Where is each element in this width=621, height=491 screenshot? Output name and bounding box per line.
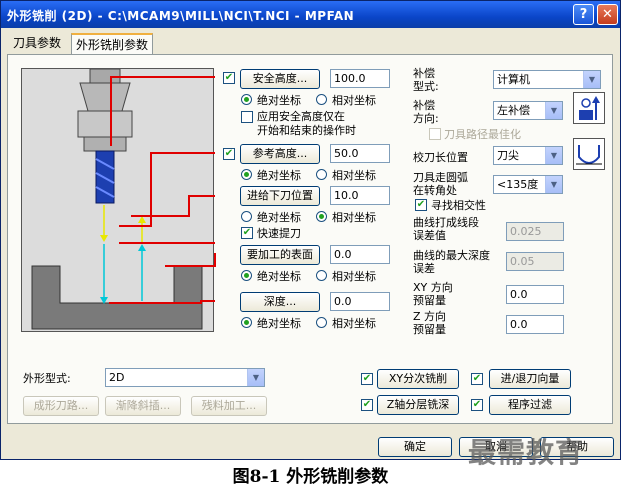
fast-retract-label: 快速提刀 <box>257 227 301 240</box>
ok-button[interactable]: 确定 <box>378 437 452 457</box>
z-stock-label2: 预留量 <box>413 323 446 336</box>
self-intersect-checkbox[interactable]: ✔ <box>415 199 427 211</box>
tip-comp-select[interactable]: 刀尖 ▼ <box>493 146 563 165</box>
feed-rel-label: 相对坐标 <box>332 211 376 224</box>
feed-plane-input[interactable]: 10.0 <box>330 186 390 205</box>
tip-comp-label: 校刀长位置 <box>413 151 468 164</box>
feed-abs-radio[interactable] <box>241 211 252 222</box>
optimize-label: 刀具路径最佳化 <box>444 128 521 141</box>
fast-retract-checkbox[interactable]: ✔ <box>241 227 253 239</box>
safe-abs-label: 绝对坐标 <box>257 94 301 107</box>
depth-rel-radio[interactable] <box>316 317 327 328</box>
optimize-checkbox[interactable] <box>429 128 441 140</box>
depth-cuts-checkbox[interactable]: ✔ <box>361 399 373 411</box>
lead-in-out-checkbox[interactable]: ✔ <box>471 373 483 385</box>
max-depth-label2: 误差 <box>413 262 435 275</box>
chevron-down-icon: ▼ <box>583 71 600 88</box>
feed-rel-radio[interactable] <box>316 211 327 222</box>
depth-cuts-button[interactable]: Z轴分层铣深 <box>377 395 459 415</box>
depth-abs-radio[interactable] <box>241 317 252 328</box>
corner-select[interactable]: <135度 ▼ <box>493 175 563 194</box>
tolerance-input[interactable]: 0.025 <box>506 222 564 241</box>
safe-height-checkbox[interactable]: ✔ <box>223 72 235 84</box>
feed-abs-label: 绝对坐标 <box>257 211 301 224</box>
lead-in-out-button[interactable]: 进/退刀向量 <box>489 369 571 389</box>
top-abs-label: 绝对坐标 <box>257 270 301 283</box>
comp-type-label2: 型式: <box>413 80 439 93</box>
contour-type-label: 外形型式: <box>23 372 71 385</box>
depth-button[interactable]: 深度... <box>240 292 320 312</box>
tool-tip-icon <box>573 138 605 170</box>
comp-type-select[interactable]: 计算机 ▼ <box>493 70 601 89</box>
ramp-button[interactable]: 成形刀路... <box>23 396 99 416</box>
top-abs-radio[interactable] <box>241 270 252 281</box>
feed-plane-button[interactable]: 进给下刀位置 <box>240 186 320 206</box>
depth-abs-label: 绝对坐标 <box>257 317 301 330</box>
comp-direction-icon <box>573 92 605 124</box>
chevron-down-icon: ▼ <box>545 102 562 119</box>
ref-abs-radio[interactable] <box>241 169 252 180</box>
corner-value: <135度 <box>497 178 539 191</box>
chevron-down-icon: ▼ <box>545 176 562 193</box>
tip-comp-value: 刀尖 <box>497 149 519 162</box>
comp-type-value: 计算机 <box>497 73 530 86</box>
top-surface-button[interactable]: 要加工的表面 <box>240 245 320 265</box>
xy-stock-label2: 预留量 <box>413 294 446 307</box>
remachine-button[interactable]: 残料加工... <box>191 396 267 416</box>
xy-multi-button[interactable]: XY分次铣削 <box>377 369 459 389</box>
safe-abs-radio[interactable] <box>241 94 252 105</box>
ref-height-input[interactable]: 50.0 <box>330 144 390 163</box>
ref-abs-label: 绝对坐标 <box>257 169 301 182</box>
lead-ramp-button[interactable]: 渐降斜插... <box>105 396 181 416</box>
top-rel-label: 相对坐标 <box>332 270 376 283</box>
top-surface-input[interactable]: 0.0 <box>330 245 390 264</box>
safe-option-line2: 开始和结束的操作时 <box>257 124 356 137</box>
chevron-down-icon: ▼ <box>247 369 264 386</box>
xy-stock-input[interactable]: 0.0 <box>506 285 564 304</box>
top-rel-radio[interactable] <box>316 270 327 281</box>
safe-only-start-end-checkbox[interactable] <box>241 111 253 123</box>
contour-type-select[interactable]: 2D ▼ <box>105 368 265 387</box>
comp-dir-value: 左补偿 <box>497 104 530 117</box>
filter-button[interactable]: 程序过滤 <box>489 395 571 415</box>
depth-rel-label: 相对坐标 <box>332 317 376 330</box>
ref-height-button[interactable]: 参考高度... <box>240 144 320 164</box>
figure-caption: 图8-1 外形铣削参数 <box>232 467 389 487</box>
depth-input[interactable]: 0.0 <box>330 292 390 311</box>
safe-rel-radio[interactable] <box>316 94 327 105</box>
chevron-down-icon: ▼ <box>545 147 562 164</box>
tolerance-label2: 误差值 <box>413 229 446 242</box>
safe-rel-label: 相对坐标 <box>332 94 376 107</box>
safe-height-input[interactable]: 100.0 <box>330 69 390 88</box>
xy-multi-checkbox[interactable]: ✔ <box>361 373 373 385</box>
filter-checkbox[interactable]: ✔ <box>471 399 483 411</box>
ref-rel-label: 相对坐标 <box>332 169 376 182</box>
dialog-window: 外形铣削 (2D) - C:\MCAM9\MILL\NCI\T.NCI - MP… <box>0 0 621 460</box>
comp-dir-label2: 方向: <box>413 112 439 125</box>
self-intersect-label: 寻找相交性 <box>431 199 486 212</box>
max-depth-input[interactable]: 0.05 <box>506 252 564 271</box>
ref-rel-radio[interactable] <box>316 169 327 180</box>
comp-dir-select[interactable]: 左补偿 ▼ <box>493 101 563 120</box>
contour-type-value: 2D <box>109 371 125 384</box>
z-stock-input[interactable]: 0.0 <box>506 315 564 334</box>
ref-height-checkbox[interactable]: ✔ <box>223 148 235 160</box>
corner-label2: 在转角处 <box>413 184 457 197</box>
safe-height-button[interactable]: 安全高度... <box>240 69 320 89</box>
